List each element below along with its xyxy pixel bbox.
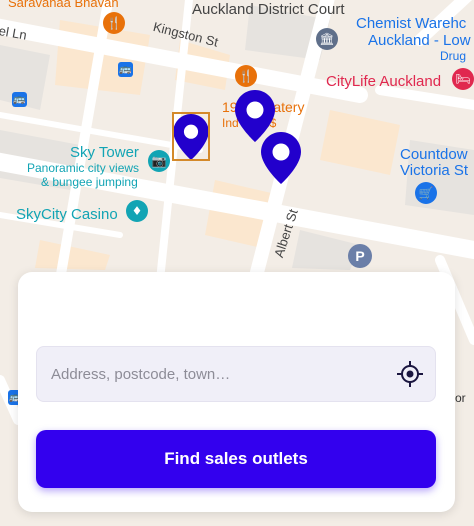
map-label-skycity-casino: SkyCity Casino xyxy=(16,206,118,223)
courthouse-icon[interactable]: 🏛 xyxy=(316,28,338,50)
map-label-chemist-2: Auckland - Low xyxy=(368,32,471,49)
shopping-cart-icon[interactable]: 🛒 xyxy=(415,182,437,204)
map-label-sky-tower-sub2: & bungee jumping xyxy=(41,175,138,189)
map-label-countdown-2: Victoria St xyxy=(400,162,469,179)
bus-stop-icon[interactable]: 🚌 xyxy=(12,92,27,107)
hotel-icon[interactable]: 🛏 xyxy=(452,68,474,90)
map-label-sky-tower: Sky Tower xyxy=(70,144,139,161)
map-label-chemist-1: Chemist Warehc xyxy=(356,15,467,32)
restaurant-icon[interactable]: 🍴 xyxy=(235,65,257,87)
outlet-pin-icon[interactable] xyxy=(261,132,301,184)
map-label-saravanaa: Saravanaa Bhavan xyxy=(8,0,119,10)
casino-icon[interactable]: ♦ xyxy=(126,200,148,222)
map-label-citylife: CityLife Auckland xyxy=(326,73,442,90)
map-label-edge: or xyxy=(455,391,466,405)
selected-pin-highlight xyxy=(172,112,210,161)
map-label-countdown-1: Countdow xyxy=(400,146,468,163)
bus-stop-icon[interactable]: 🚌 xyxy=(118,62,133,77)
restaurant-icon[interactable]: 🍴 xyxy=(103,12,125,34)
locate-me-icon[interactable] xyxy=(397,361,423,387)
find-sales-outlets-button[interactable]: Find sales outlets xyxy=(36,430,436,488)
search-card: Find sales outlets xyxy=(18,272,455,512)
map-label-auckland-district-court: Auckland District Court xyxy=(192,1,345,18)
parking-icon[interactable]: P xyxy=(348,244,372,268)
map-label-chemist-3: Drug xyxy=(440,49,467,63)
search-input[interactable] xyxy=(51,347,381,401)
search-field[interactable] xyxy=(36,346,436,402)
map-label-sky-tower-sub1: Panoramic city views xyxy=(27,161,140,175)
camera-icon[interactable]: 📷 xyxy=(148,150,170,172)
